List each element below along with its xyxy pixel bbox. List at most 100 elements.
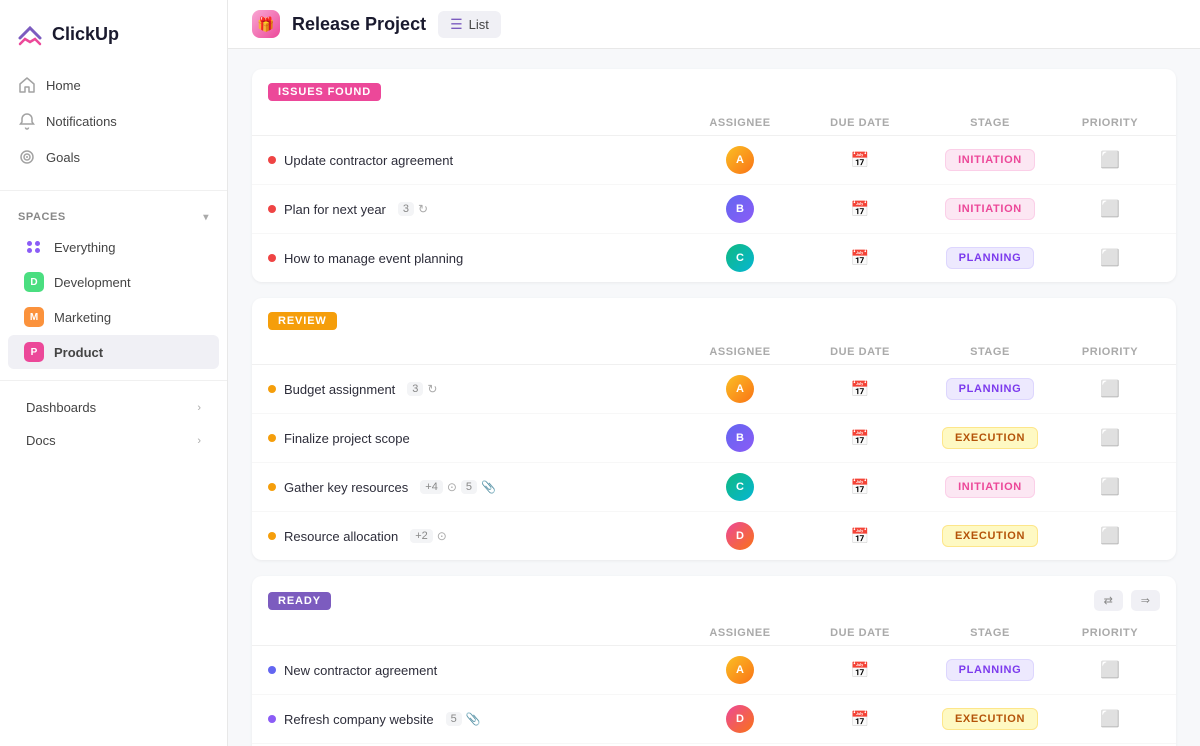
calendar-icon[interactable]: 📅 [851, 661, 870, 679]
calendar-icon[interactable]: 📅 [851, 380, 870, 398]
date-cell: 📅 [800, 151, 920, 169]
space-development[interactable]: D Development [8, 265, 219, 299]
toolbar-btn-1[interactable]: ⇄ [1094, 590, 1123, 611]
task-name: Finalize project scope [268, 431, 680, 446]
task-dot-purple [268, 715, 276, 723]
table-row: Finalize project scope B 📅 EXECUTION ⬜ [252, 414, 1176, 463]
assignee-cell: A [680, 375, 800, 403]
bell-icon [18, 112, 36, 130]
nav-notifications[interactable]: Notifications [8, 104, 219, 138]
col-assignee-1: ASSIGNEE [680, 346, 800, 358]
space-marketing-label: Marketing [54, 310, 111, 325]
avatar: A [726, 146, 754, 174]
nav-goals[interactable]: Goals [8, 140, 219, 174]
toolbar-btn-2[interactable]: ⇒ [1131, 590, 1160, 611]
task-label[interactable]: Refresh company website [284, 712, 434, 727]
task-label[interactable]: How to manage event planning [284, 251, 463, 266]
table-row: Budget assignment 3 ↻ A 📅 PLANNING ⬜ [252, 365, 1176, 414]
paperclip-icon: 📎 [466, 712, 481, 726]
space-everything[interactable]: Everything [8, 230, 219, 264]
task-dot-yellow [268, 434, 276, 442]
calendar-icon[interactable]: 📅 [851, 200, 870, 218]
calendar-icon[interactable]: 📅 [851, 249, 870, 267]
task-name: Plan for next year 3 ↻ [268, 202, 680, 217]
link-icon: ⊙ [437, 529, 447, 543]
refresh-icon: ↻ [418, 202, 428, 216]
calendar-icon[interactable]: 📅 [851, 429, 870, 447]
stage-cell: PLANNING [920, 378, 1060, 400]
task-extras: 5 📎 [446, 712, 481, 726]
space-development-label: Development [54, 275, 131, 290]
col-task-name [268, 627, 680, 639]
task-label[interactable]: Update contractor agreement [284, 153, 453, 168]
priority-icon[interactable]: ⬜ [1100, 660, 1120, 680]
priority-icon[interactable]: ⬜ [1100, 150, 1120, 170]
paperclip-icon: 📎 [481, 480, 496, 494]
priority-icon[interactable]: ⬜ [1100, 379, 1120, 399]
priority-cell: ⬜ [1060, 379, 1160, 399]
task-label[interactable]: Finalize project scope [284, 431, 410, 446]
link-icon: ⊙ [447, 480, 457, 494]
logo-icon [16, 20, 44, 48]
avatar: D [726, 522, 754, 550]
task-label[interactable]: Plan for next year [284, 202, 386, 217]
issues-col-headers: ASSIGNEE DUE DATE STAGE PRIORITY [252, 111, 1176, 136]
priority-icon[interactable]: ⬜ [1100, 248, 1120, 268]
stage-badge: PLANNING [946, 659, 1035, 681]
calendar-icon[interactable]: 📅 [851, 710, 870, 728]
nav-docs[interactable]: Docs › [8, 425, 219, 456]
stage-badge: INITIATION [945, 476, 1035, 498]
stage-badge: PLANNING [946, 247, 1035, 269]
subtask-count: 3 [407, 382, 423, 396]
stage-cell: EXECUTION [920, 525, 1060, 547]
task-dot-blue [268, 666, 276, 674]
subtask-count: +4 [420, 480, 443, 494]
main-panel: 🎁 Release Project ☰ List ISSUES FOUND AS… [228, 0, 1200, 746]
space-marketing[interactable]: M Marketing [8, 300, 219, 334]
table-row: Refresh company website 5 📎 D 📅 EXECUTIO… [252, 695, 1176, 744]
priority-icon[interactable]: ⬜ [1100, 526, 1120, 546]
stage-cell: EXECUTION [920, 427, 1060, 449]
nav-dashboards[interactable]: Dashboards › [8, 392, 219, 423]
task-label[interactable]: Budget assignment [284, 382, 395, 397]
date-cell: 📅 [800, 249, 920, 267]
stage-cell: INITIATION [920, 198, 1060, 220]
table-row: New contractor agreement A 📅 PLANNING ⬜ [252, 646, 1176, 695]
stage-cell: EXECUTION [920, 708, 1060, 730]
task-name: Resource allocation +2 ⊙ [268, 529, 680, 544]
space-product[interactable]: P Product [8, 335, 219, 369]
table-row: How to manage event planning C 📅 PLANNIN… [252, 234, 1176, 282]
priority-icon[interactable]: ⬜ [1100, 477, 1120, 497]
task-label[interactable]: Gather key resources [284, 480, 408, 495]
stage-badge: PLANNING [946, 378, 1035, 400]
task-dot-yellow [268, 385, 276, 393]
date-cell: 📅 [800, 200, 920, 218]
stage-cell: INITIATION [920, 476, 1060, 498]
task-extras: +2 ⊙ [410, 529, 447, 543]
app-logo[interactable]: ClickUp [0, 12, 227, 64]
review-col-headers: ASSIGNEE DUE DATE STAGE PRIORITY [252, 340, 1176, 365]
spaces-header[interactable]: Spaces ▾ [0, 201, 227, 229]
marketing-dot: M [24, 307, 44, 327]
task-name: Gather key resources +4 ⊙ 5 📎 [268, 480, 680, 495]
priority-cell: ⬜ [1060, 199, 1160, 219]
attachment-count: 5 [446, 712, 462, 726]
task-name: How to manage event planning [268, 251, 680, 266]
stage-cell: PLANNING [920, 659, 1060, 681]
list-view-tab[interactable]: ☰ List [438, 11, 501, 38]
calendar-icon[interactable]: 📅 [851, 478, 870, 496]
calendar-icon[interactable]: 📅 [851, 151, 870, 169]
calendar-icon[interactable]: 📅 [851, 527, 870, 545]
priority-icon[interactable]: ⬜ [1100, 199, 1120, 219]
main-nav: Home Notifications Goals [0, 64, 227, 180]
priority-icon[interactable]: ⬜ [1100, 709, 1120, 729]
dashboards-arrow: › [197, 402, 201, 414]
col-stage-2: STAGE [920, 627, 1060, 639]
nav-home[interactable]: Home [8, 68, 219, 102]
priority-icon[interactable]: ⬜ [1100, 428, 1120, 448]
task-name: New contractor agreement [268, 663, 680, 678]
spaces-chevron: ▾ [203, 212, 209, 223]
task-label[interactable]: Resource allocation [284, 529, 398, 544]
avatar: C [726, 473, 754, 501]
task-label[interactable]: New contractor agreement [284, 663, 437, 678]
